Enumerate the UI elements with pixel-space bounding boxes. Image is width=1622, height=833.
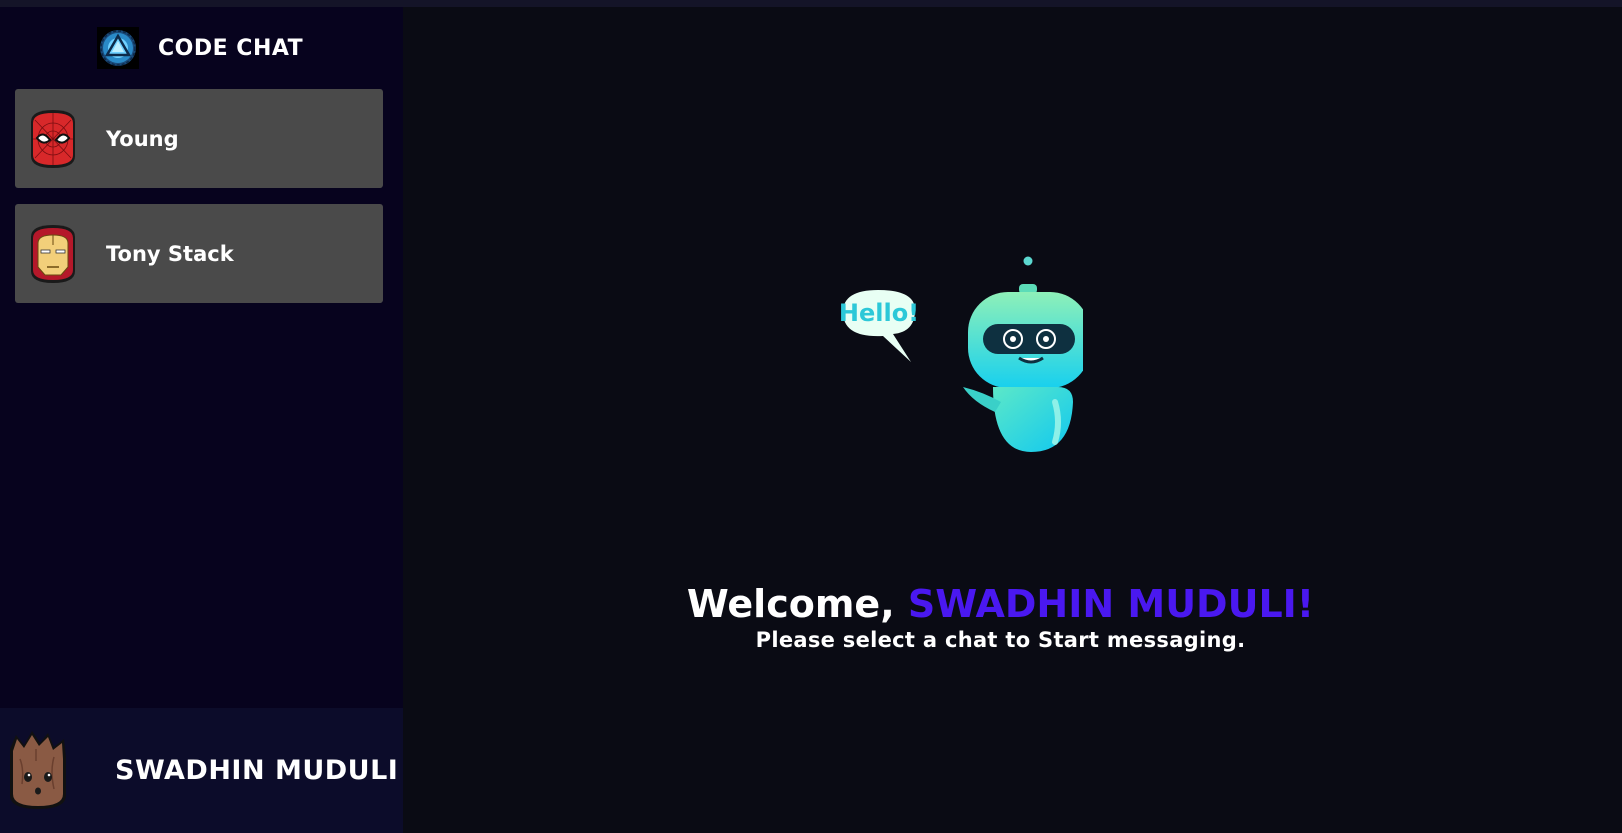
welcome-user-name: SWADHIN MUDULI! (907, 582, 1315, 626)
robot-hello-icon: Hello! (839, 256, 1090, 452)
welcome-message: Welcome, SWADHIN MUDULI! Please select a… (391, 582, 1610, 652)
welcome-heading: Welcome, SWADHIN MUDULI! (391, 582, 1610, 626)
sidebar: CODE CHAT Young Tony Stack SWADHIN MUDUL… (0, 7, 403, 833)
groot-avatar (10, 730, 66, 809)
bubble-text: Hello! (839, 299, 919, 327)
robot-hello-illustration: Hello! (823, 252, 1090, 462)
top-bar (0, 0, 1622, 7)
app-title: CODE CHAT (158, 35, 304, 61)
main-panel: Hello! Welcome, SWADHIN MUDULI! Please s… (403, 7, 1622, 833)
welcome-subtitle: Please select a chat to Start messaging. (755, 628, 1246, 652)
ironman-avatar (31, 224, 75, 283)
welcome-prefix: Welcome, (686, 582, 908, 626)
brand-header: CODE CHAT (97, 27, 303, 69)
chat-item-tony-stack[interactable]: Tony Stack (15, 204, 383, 303)
chat-item-young[interactable]: Young (15, 89, 383, 188)
chat-name: Tony Stack (106, 241, 234, 266)
current-user-name: SWADHIN MUDULI (115, 755, 399, 786)
arc-reactor-icon (97, 27, 139, 69)
spiderman-avatar (31, 109, 75, 168)
current-user-panel: SWADHIN MUDULI (0, 708, 403, 833)
chat-name: Young (106, 126, 179, 151)
